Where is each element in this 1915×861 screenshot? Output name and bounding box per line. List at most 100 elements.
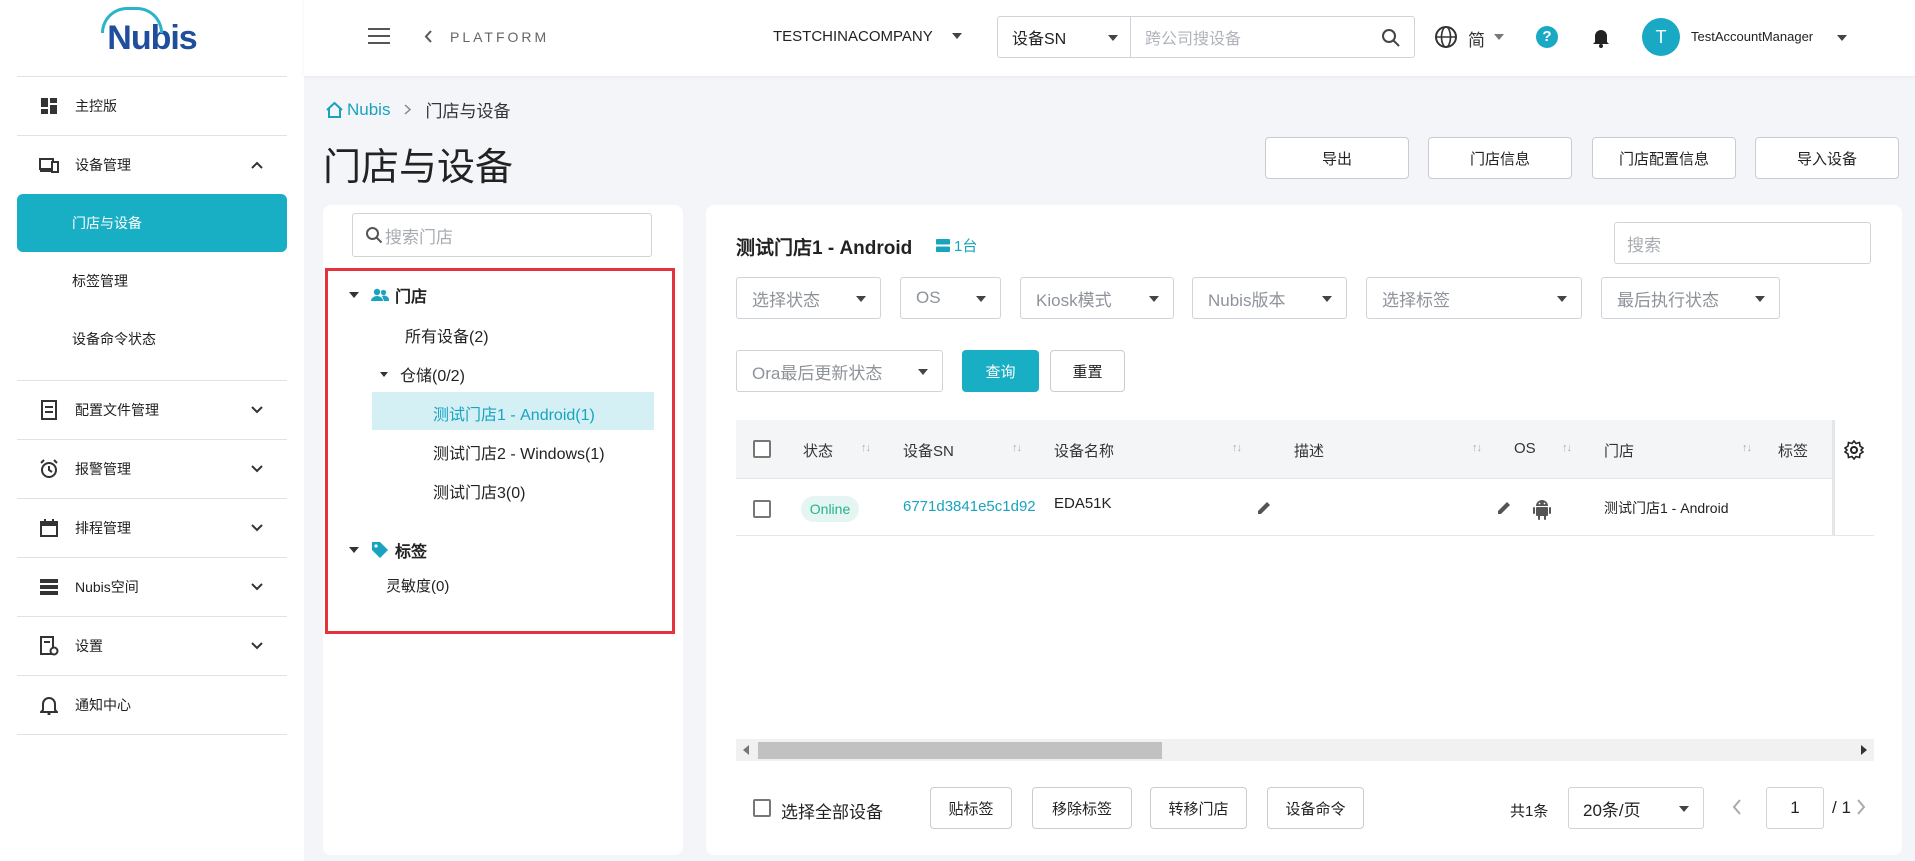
tree-store-3[interactable]: 测试门店3(0) <box>433 479 525 503</box>
company-selector[interactable]: TESTCHINACOMPANY <box>773 28 933 45</box>
caret-down-icon[interactable] <box>1837 35 1847 41</box>
col-name[interactable]: 设备名称 <box>1054 440 1114 461</box>
os-filter[interactable]: OS <box>900 277 1001 319</box>
sort-icon[interactable]: ↑↓ <box>1472 442 1482 454</box>
scroll-right-arrow-icon[interactable] <box>1861 745 1867 755</box>
sidebar-item-dashboard[interactable]: 主控版 <box>17 77 287 135</box>
search-input[interactable]: 跨公司搜设备 <box>1131 17 1414 57</box>
kiosk-filter[interactable]: Kiosk模式 <box>1020 277 1174 319</box>
sidebar-item-alarm-management[interactable]: 报警管理 <box>17 440 287 498</box>
page-number-input[interactable]: 1 <box>1766 787 1824 829</box>
store-search-input[interactable]: 搜索门店 <box>352 213 652 257</box>
tree-warehouse-label: 仓储(0/2) <box>400 368 465 385</box>
help-icon[interactable]: ? <box>1536 26 1558 48</box>
col-description[interactable]: 描述 <box>1294 440 1324 461</box>
select-all-rows-checkbox[interactable] <box>753 440 771 458</box>
select-all-devices-checkbox[interactable] <box>753 799 771 817</box>
col-status[interactable]: 状态 <box>803 440 833 461</box>
query-button[interactable]: 查询 <box>962 350 1039 392</box>
notification-bell-icon[interactable] <box>1591 26 1611 51</box>
sidebar-item-settings[interactable]: 设置 <box>17 617 287 675</box>
device-sn-link[interactable]: 6771d3841e5c1d92 <box>903 498 1036 515</box>
page-size-select[interactable]: 20条/页 <box>1568 787 1704 829</box>
add-tag-button[interactable]: 贴标签 <box>930 787 1012 829</box>
search-type-value: 设备SN <box>1012 31 1067 48</box>
sort-icon[interactable]: ↑↓ <box>1232 442 1242 454</box>
reset-button[interactable]: 重置 <box>1050 350 1125 392</box>
sidebar-item-label: 门店与设备 <box>72 215 142 231</box>
device-command-button[interactable]: 设备命令 <box>1267 787 1364 829</box>
scroll-left-arrow-icon[interactable] <box>743 745 749 755</box>
import-devices-button[interactable]: 导入设备 <box>1755 137 1899 179</box>
caret-down-icon[interactable] <box>1494 34 1504 40</box>
horizontal-scrollbar[interactable] <box>736 739 1874 761</box>
tree-tags-node[interactable]: 标签 <box>349 538 427 562</box>
status-filter[interactable]: 选择状态 <box>736 277 881 319</box>
search-icon[interactable] <box>1381 28 1400 52</box>
avatar[interactable]: T <box>1642 18 1680 56</box>
sort-icon[interactable]: ↑↓ <box>1562 442 1572 454</box>
username[interactable]: TestAccountManager <box>1691 29 1813 44</box>
next-page-icon[interactable] <box>1856 799 1866 818</box>
sidebar-item-device-management[interactable]: 设备管理 <box>17 136 287 194</box>
sidebar-item-schedule-management[interactable]: 排程管理 <box>17 499 287 557</box>
ora-update-filter[interactable]: Ora最后更新状态 <box>736 350 943 392</box>
sort-icon[interactable]: ↑↓ <box>1012 442 1022 454</box>
tag-icon <box>371 541 389 559</box>
edit-description-icon[interactable] <box>1496 500 1512 519</box>
sidebar-item-stores-devices[interactable]: 门店与设备 <box>17 194 287 252</box>
tree-store-1[interactable]: 测试门店1 - Android(1) <box>433 401 595 425</box>
export-button[interactable]: 导出 <box>1265 137 1409 179</box>
breadcrumb: Nubis 门店与设备 <box>325 97 510 122</box>
sidebar-item-nubis-space[interactable]: Nubis空间 <box>17 558 287 616</box>
chevron-left-icon[interactable] <box>424 30 432 46</box>
sidebar-item-label: 设备管理 <box>75 157 131 173</box>
breadcrumb-home[interactable]: Nubis <box>325 100 390 120</box>
home-icon <box>325 101 344 119</box>
sidebar-item-tag-management[interactable]: 标签管理 <box>17 252 287 310</box>
col-store[interactable]: 门店 <box>1604 440 1634 461</box>
edit-name-icon[interactable] <box>1256 500 1272 519</box>
prev-page-icon[interactable] <box>1732 799 1742 818</box>
tree-warehouse-node[interactable]: 仓储(0/2) <box>380 362 465 386</box>
col-sn[interactable]: 设备SN <box>903 440 954 461</box>
caret-down-icon <box>1149 296 1159 302</box>
language-selector[interactable]: 简 <box>1468 26 1485 51</box>
nubis-version-filter[interactable]: Nubis版本 <box>1192 277 1347 319</box>
col-tag[interactable]: 标签 <box>1778 440 1808 461</box>
move-store-button[interactable]: 转移门店 <box>1150 787 1247 829</box>
store-config-button[interactable]: 门店配置信息 <box>1592 137 1736 179</box>
caret-down-icon[interactable] <box>952 33 962 39</box>
sort-icon[interactable]: ↑↓ <box>1742 442 1752 454</box>
gear-icon[interactable] <box>1843 439 1865 463</box>
col-os[interactable]: OS <box>1514 440 1536 457</box>
column-settings[interactable] <box>1832 420 1874 535</box>
sidebar-item-label: 报警管理 <box>75 461 131 477</box>
search-type-select[interactable]: 设备SN <box>998 17 1131 57</box>
table-row[interactable]: Online 6771d3841e5c1d92 EDA51K 测试门店1 - A… <box>736 480 1874 536</box>
tree-tag-sensitivity[interactable]: 灵敏度(0) <box>386 575 449 596</box>
sidebar-item-command-status[interactable]: 设备命令状态 <box>17 310 287 368</box>
tree-store-2[interactable]: 测试门店2 - Windows(1) <box>433 440 605 464</box>
select-all-devices-label[interactable]: 选择全部设备 <box>781 798 883 823</box>
sidebar-item-profile-management[interactable]: 配置文件管理 <box>17 381 287 439</box>
tag-filter[interactable]: 选择标签 <box>1366 277 1582 319</box>
sidebar-item-notification-center[interactable]: 通知中心 <box>17 676 287 734</box>
device-search-input[interactable]: 搜索 <box>1614 222 1871 264</box>
globe-icon[interactable] <box>1434 25 1458 52</box>
device-name: EDA51K <box>1054 495 1112 512</box>
store-title: 测试门店1 - Android <box>736 238 913 259</box>
device-store: 测试门店1 - Android <box>1604 500 1729 516</box>
sort-icon[interactable]: ↑↓ <box>861 442 871 454</box>
tree-stores-node[interactable]: 门店 <box>349 283 427 307</box>
platform-label[interactable]: PLATFORM <box>450 29 549 45</box>
last-exec-filter[interactable]: 最后执行状态 <box>1601 277 1780 319</box>
row-checkbox[interactable] <box>753 500 771 518</box>
tree-all-devices[interactable]: 所有设备(2) <box>405 323 489 347</box>
nubis-logo[interactable]: Nubis <box>0 0 304 76</box>
scrollbar-thumb[interactable] <box>758 742 1162 759</box>
hamburger-menu-icon[interactable] <box>368 28 390 44</box>
device-list-panel: 测试门店1 - Android 1台 搜索 选择状态 OS Kiosk模式 Nu… <box>706 205 1902 855</box>
store-info-button[interactable]: 门店信息 <box>1428 137 1572 179</box>
remove-tag-button[interactable]: 移除标签 <box>1032 787 1132 829</box>
